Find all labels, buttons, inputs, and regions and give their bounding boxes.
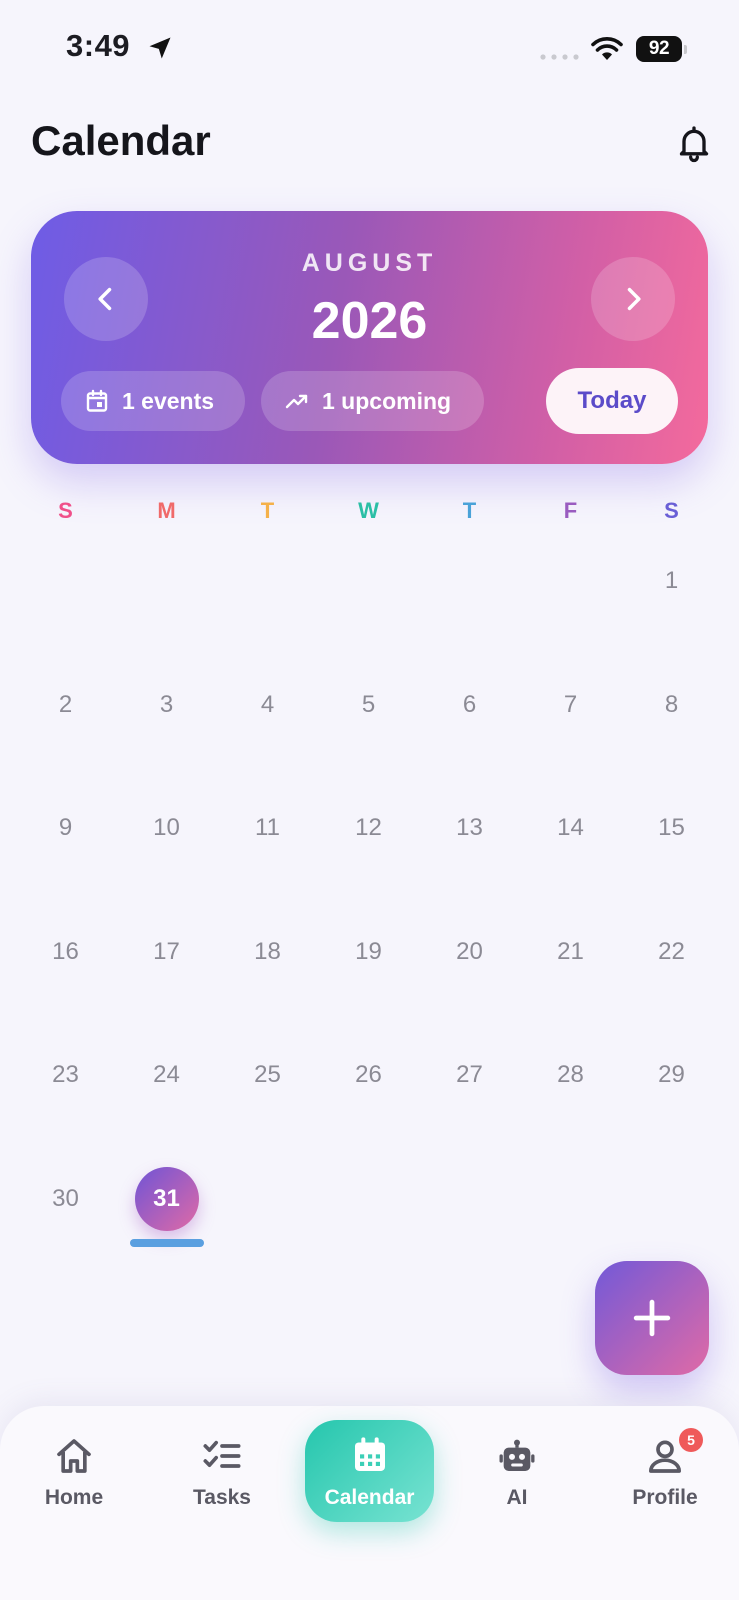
calendar-day[interactable]: 22	[621, 938, 722, 966]
battery-indicator: 92	[636, 36, 688, 62]
calendar-day[interactable]: 28	[520, 1061, 621, 1089]
tab-profile[interactable]: Profile	[605, 1406, 725, 1526]
calendar-day[interactable]: 10	[116, 814, 217, 842]
calendar-day[interactable]: 6	[419, 691, 520, 719]
calendar-day[interactable]: 13	[419, 814, 520, 842]
calendar-day[interactable]: 19	[318, 938, 419, 966]
page-title: Calendar	[31, 117, 211, 164]
status-bar: 3:49 92	[0, 0, 739, 100]
weekday-header: SMTWTFS	[15, 498, 722, 528]
calendar-day[interactable]: 29	[621, 1061, 722, 1089]
today-button[interactable]: Today	[546, 368, 678, 434]
trending-up-icon	[285, 394, 308, 409]
calendar-day[interactable]: 30	[15, 1185, 116, 1213]
calendar-day[interactable]: 14	[520, 814, 621, 842]
calendar-day[interactable]: 21	[520, 938, 621, 966]
calendar-icon	[355, 1437, 385, 1471]
calendar-day[interactable]: 2	[15, 691, 116, 719]
tab-ai-label: AI	[506, 1486, 528, 1509]
selected-day[interactable]: 31	[134, 1166, 199, 1231]
home-icon	[57, 1439, 91, 1473]
calendar-day[interactable]: 11	[217, 814, 318, 842]
tab-ai[interactable]: AI	[457, 1406, 577, 1526]
calendar-day[interactable]: 4	[217, 691, 318, 719]
tab-home[interactable]: Home	[14, 1406, 134, 1526]
calendar-day[interactable]: 8	[621, 691, 722, 719]
upcoming-count-chip: 1 upcoming	[261, 371, 484, 431]
plus-icon	[633, 1299, 671, 1337]
location-arrow-icon	[149, 37, 171, 59]
profile-notification-badge: 5	[679, 1428, 703, 1452]
tab-tasks-label: Tasks	[193, 1486, 251, 1509]
status-time: 3:49	[66, 28, 131, 63]
calendar-day[interactable]: 15	[621, 814, 722, 842]
wifi-icon	[591, 37, 623, 60]
robot-icon	[499, 1439, 535, 1471]
bottom-navigation: Home Tasks Calendar AI Profile 5	[0, 1406, 739, 1600]
tasks-icon	[203, 1440, 241, 1468]
events-count-label: 1 events	[122, 388, 215, 414]
calendar-day[interactable]: 3	[116, 691, 217, 719]
add-event-button[interactable]	[595, 1261, 709, 1375]
upcoming-count-label: 1 upcoming	[322, 388, 452, 414]
weekday-label: T	[260, 498, 275, 523]
calendar-event-icon	[86, 389, 108, 412]
calendar-day[interactable]: 9	[15, 814, 116, 842]
tab-profile-label: Profile	[632, 1486, 698, 1509]
calendar-day[interactable]: 26	[318, 1061, 419, 1089]
chevron-right-icon	[627, 287, 641, 311]
tab-tasks[interactable]: Tasks	[162, 1406, 282, 1526]
tab-home-label: Home	[44, 1486, 104, 1509]
next-month-button[interactable]	[591, 257, 675, 341]
weekday-label: S	[58, 498, 73, 523]
calendar-day[interactable]: 20	[419, 938, 520, 966]
weekday-label: M	[157, 498, 176, 523]
calendar-day[interactable]: 23	[15, 1061, 116, 1089]
battery-level: 92	[636, 36, 682, 62]
weekday-label: F	[563, 498, 578, 523]
tab-calendar-label: Calendar	[324, 1486, 415, 1509]
bell-icon[interactable]	[674, 122, 714, 164]
weekday-label: W	[358, 498, 379, 523]
events-count-chip: 1 events	[61, 371, 245, 431]
weekday-label: T	[462, 498, 477, 523]
calendar-day[interactable]: 16	[15, 938, 116, 966]
calendar-day[interactable]: 5	[318, 691, 419, 719]
calendar-day[interactable]: 24	[116, 1061, 217, 1089]
weekday-label: S	[664, 498, 679, 523]
calendar-day[interactable]: 18	[217, 938, 318, 966]
calendar-day[interactable]: 17	[116, 938, 217, 966]
calendar-day[interactable]: 12	[318, 814, 419, 842]
calendar-day[interactable]: 7	[520, 691, 621, 719]
calendar-day[interactable]: 1	[621, 567, 722, 595]
event-indicator	[130, 1239, 204, 1247]
calendar-day[interactable]: 25	[217, 1061, 318, 1089]
month-card: AUGUST 2026 1 events 1 upcoming Today	[31, 211, 708, 464]
signal-icon	[540, 54, 579, 60]
tab-calendar[interactable]: Calendar	[305, 1420, 434, 1522]
calendar-day[interactable]: 27	[419, 1061, 520, 1089]
